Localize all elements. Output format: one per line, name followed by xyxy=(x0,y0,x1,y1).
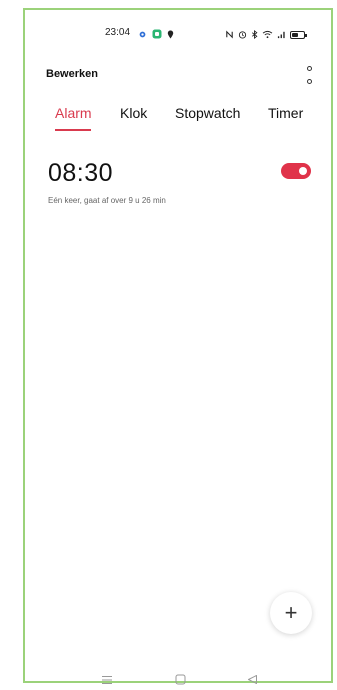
alarm-icon xyxy=(238,26,247,44)
battery-icon xyxy=(290,31,307,39)
tab-timer[interactable]: Timer xyxy=(268,105,303,121)
wifi-icon xyxy=(262,26,273,44)
menu-icon[interactable] xyxy=(101,672,113,690)
edit-button[interactable]: Bewerken xyxy=(46,68,98,80)
back-icon[interactable] xyxy=(247,672,258,690)
nfc-icon xyxy=(225,26,234,44)
signal-icon xyxy=(277,26,286,44)
app-icon xyxy=(152,26,162,44)
alarm-toggle[interactable] xyxy=(281,163,311,179)
bluetooth-icon xyxy=(251,26,258,44)
tab-stopwatch[interactable]: Stopwatch xyxy=(175,105,240,121)
status-time: 23:04 xyxy=(105,27,131,38)
gear-icon xyxy=(138,26,147,44)
toggle-knob xyxy=(299,167,307,175)
alarm-description: Eén keer, gaat af over 9 u 26 min xyxy=(48,196,166,205)
alarm-time[interactable]: 08:30 xyxy=(48,159,113,188)
tab-clock[interactable]: Klok xyxy=(120,105,147,121)
more-vertical-icon[interactable] xyxy=(305,66,313,84)
location-icon xyxy=(167,26,174,44)
status-right-icons xyxy=(225,26,307,44)
add-icon: + xyxy=(284,600,298,625)
home-icon[interactable] xyxy=(175,672,186,690)
phone-screen: 23:04 Bewerken Alarm Klok Stopwatch Time… xyxy=(23,8,333,685)
add-alarm-button[interactable]: + xyxy=(270,592,312,634)
tab-alarm[interactable]: Alarm xyxy=(55,105,92,121)
active-tab-indicator xyxy=(55,129,91,131)
status-left-icons xyxy=(138,26,174,44)
